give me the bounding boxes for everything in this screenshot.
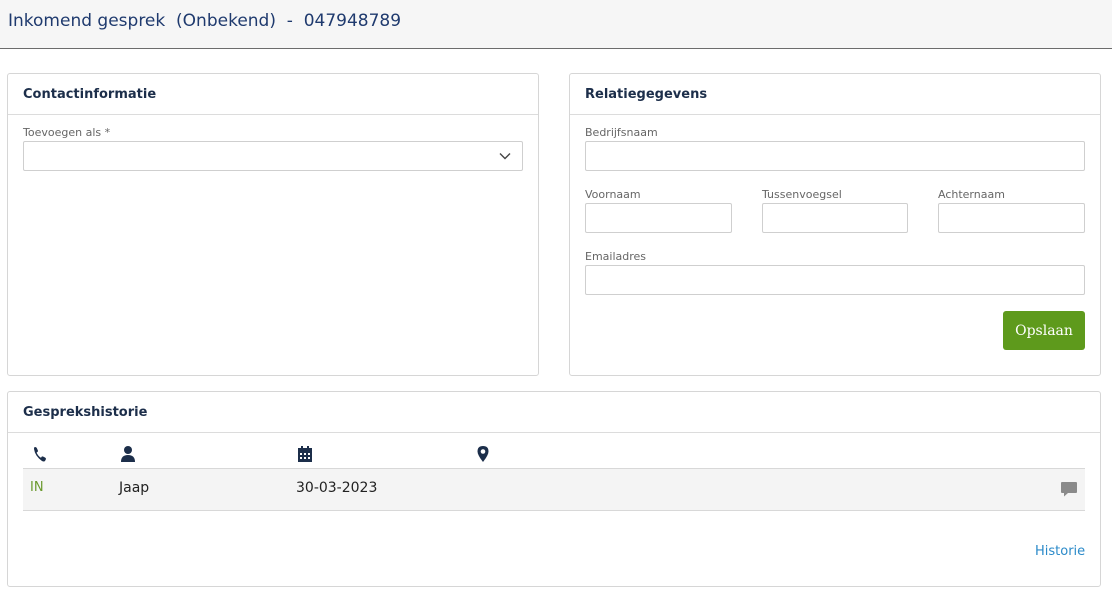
user-icon <box>121 446 135 462</box>
history-panel-title: Gesprekshistorie <box>23 405 148 420</box>
infix-field[interactable] <box>762 203 908 233</box>
contact-panel-title: Contactinformatie <box>23 87 157 102</box>
history-link[interactable]: Historie <box>1035 544 1085 559</box>
chevron-down-icon <box>499 153 511 160</box>
table-row[interactable]: IN Jaap 30-03-2023 <box>23 469 1085 510</box>
call-direction: IN <box>30 480 44 495</box>
calendar-icon <box>298 446 312 462</box>
infix-label: Tussenvoegsel <box>762 188 842 201</box>
comment-icon[interactable] <box>1060 480 1078 498</box>
add-as-select[interactable] <box>23 141 523 171</box>
contact-panel-header: Contactinformatie <box>8 74 538 115</box>
save-button[interactable]: Opslaan <box>1003 311 1085 350</box>
lastname-field[interactable] <box>938 203 1085 233</box>
page-header: Inkomend gesprek (Onbekend) - 047948789 <box>0 0 1112 49</box>
caller-name: Jaap <box>119 480 150 496</box>
firstname-field[interactable] <box>585 203 732 233</box>
add-as-label: Toevoegen als * <box>23 126 111 139</box>
lastname-label: Achternaam <box>938 188 1005 201</box>
relation-panel-header: Relatiegegevens <box>570 74 1100 115</box>
company-field[interactable] <box>585 141 1085 171</box>
page-title: Inkomend gesprek (Onbekend) - 047948789 <box>8 11 402 31</box>
phone-icon <box>34 447 46 462</box>
history-row-divider <box>23 510 1085 511</box>
email-label: Emailadres <box>585 250 647 263</box>
relation-panel-title: Relatiegegevens <box>585 87 708 102</box>
email-field[interactable] <box>585 265 1085 295</box>
firstname-label: Voornaam <box>585 188 641 201</box>
history-panel-header: Gesprekshistorie <box>8 392 1100 433</box>
location-pin-icon <box>477 446 489 462</box>
company-label: Bedrijfsnaam <box>585 126 658 139</box>
contact-panel: Contactinformatie Toevoegen als * <box>7 73 539 376</box>
call-date: 30-03-2023 <box>296 480 378 496</box>
